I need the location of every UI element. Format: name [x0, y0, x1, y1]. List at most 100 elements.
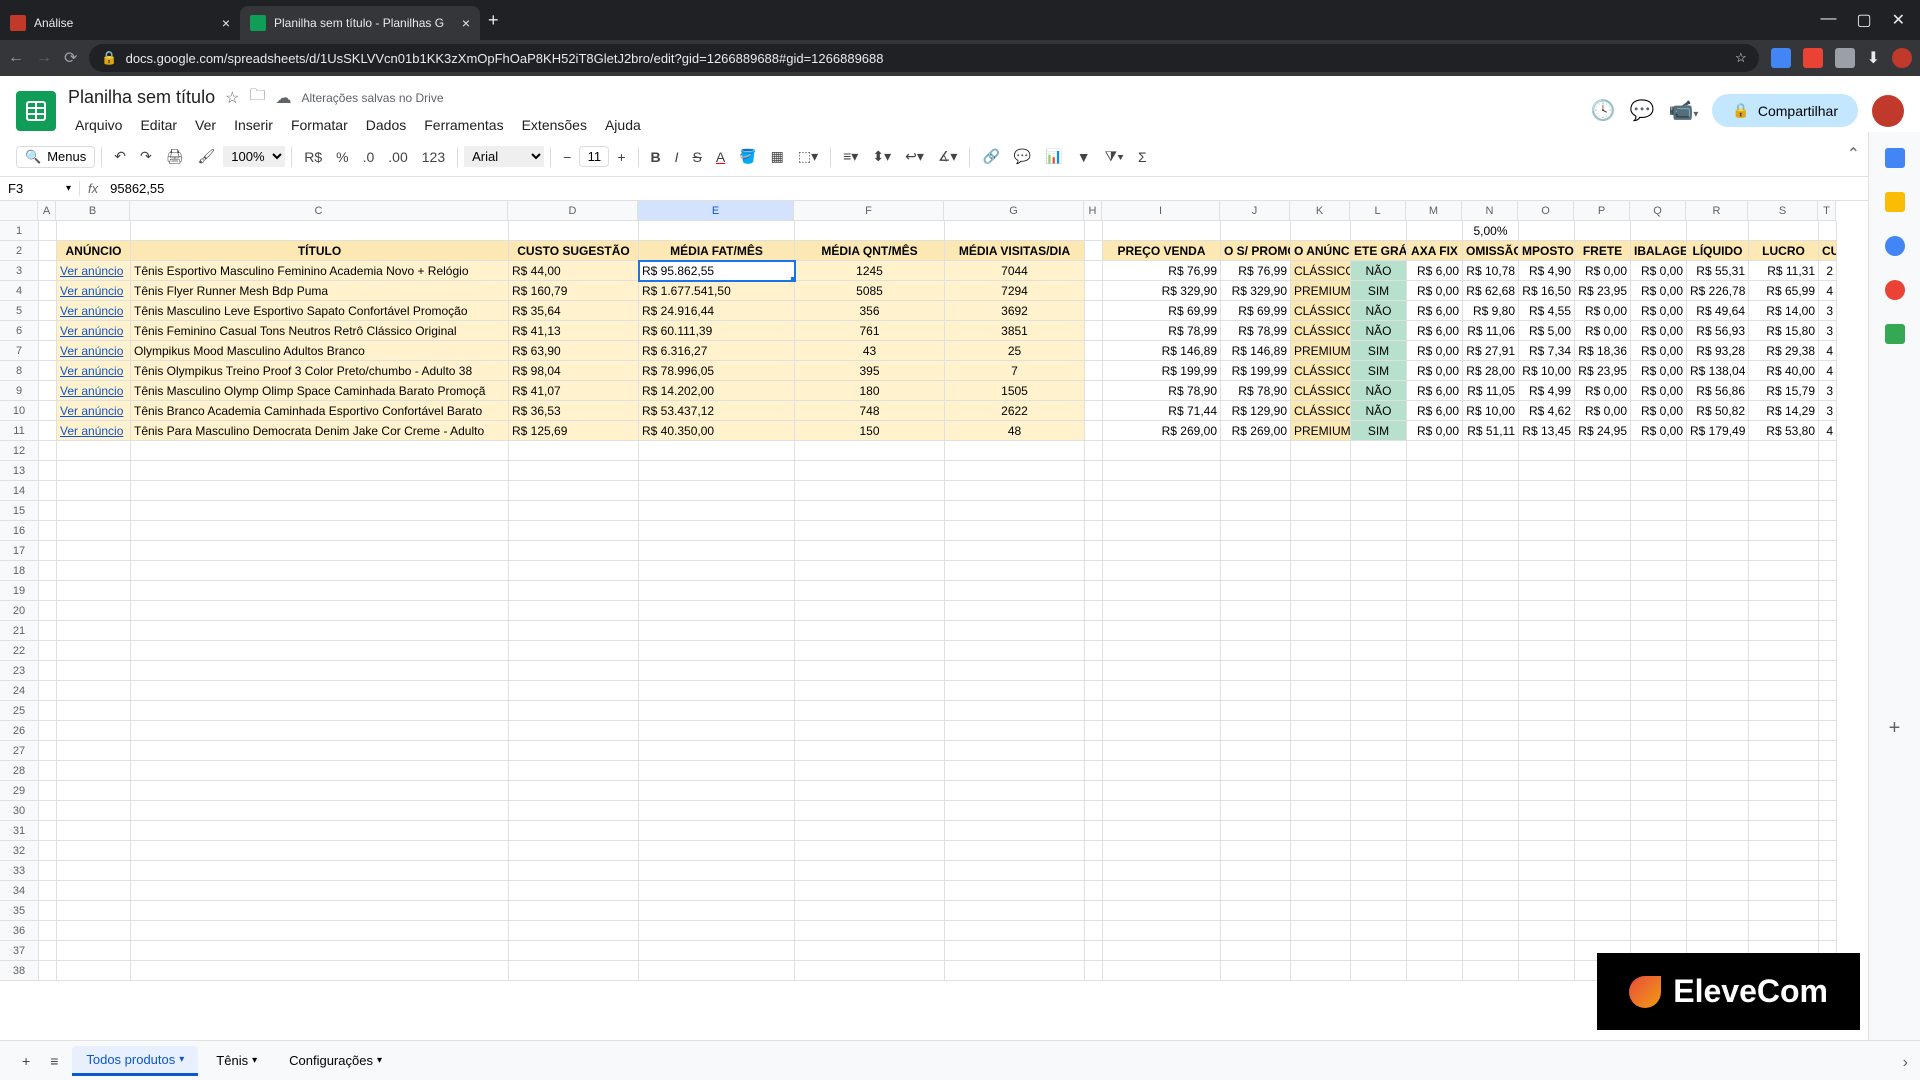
- cell[interactable]: [1085, 921, 1103, 941]
- cell[interactable]: R$ 179,49: [1687, 421, 1749, 441]
- cell[interactable]: [509, 221, 639, 241]
- cell[interactable]: [1519, 921, 1575, 941]
- cell[interactable]: [131, 881, 509, 901]
- cell[interactable]: [39, 341, 57, 361]
- profile-icon[interactable]: [1892, 48, 1912, 68]
- name-box[interactable]: F3 ▾: [0, 181, 80, 196]
- cell[interactable]: R$ 14,29: [1749, 401, 1819, 421]
- cell[interactable]: [131, 941, 509, 961]
- collapse-toolbar-icon[interactable]: ⌃: [1847, 144, 1860, 164]
- column-header[interactable]: E: [638, 201, 794, 221]
- cell[interactable]: [39, 381, 57, 401]
- cell[interactable]: [795, 681, 945, 701]
- cell[interactable]: [1407, 841, 1463, 861]
- cell[interactable]: [1819, 721, 1837, 741]
- cell[interactable]: [1463, 501, 1519, 521]
- cell[interactable]: [57, 501, 131, 521]
- cell[interactable]: [57, 461, 131, 481]
- cell[interactable]: [1085, 561, 1103, 581]
- cell[interactable]: [639, 461, 795, 481]
- cell[interactable]: [1463, 821, 1519, 841]
- cell[interactable]: [795, 441, 945, 461]
- cell[interactable]: [1407, 941, 1463, 961]
- cell[interactable]: [57, 481, 131, 501]
- cell[interactable]: [1103, 761, 1221, 781]
- cell[interactable]: [1221, 481, 1291, 501]
- cell[interactable]: [1687, 441, 1749, 461]
- cell[interactable]: [1085, 841, 1103, 861]
- cell[interactable]: [1103, 581, 1221, 601]
- row-header[interactable]: 21: [0, 621, 38, 641]
- cell[interactable]: R$ 95.862,55: [639, 261, 795, 281]
- cell[interactable]: [1463, 661, 1519, 681]
- cell[interactable]: [795, 561, 945, 581]
- cell[interactable]: [1085, 401, 1103, 421]
- row-header[interactable]: 6: [0, 321, 38, 341]
- cell[interactable]: [1351, 601, 1407, 621]
- cell[interactable]: [39, 241, 57, 261]
- cell[interactable]: [945, 681, 1085, 701]
- cell[interactable]: [57, 941, 131, 961]
- cell[interactable]: [1407, 441, 1463, 461]
- cell[interactable]: [1291, 841, 1351, 861]
- sheet-tab[interactable]: Configurações▾: [275, 1046, 396, 1076]
- cell[interactable]: [1819, 861, 1837, 881]
- cell[interactable]: [1819, 921, 1837, 941]
- chevron-down-icon[interactable]: ▾: [377, 1055, 382, 1066]
- column-header[interactable]: N: [1462, 201, 1518, 221]
- cell[interactable]: R$ 78,90: [1221, 381, 1291, 401]
- row-header[interactable]: 11: [0, 421, 38, 441]
- cell[interactable]: [39, 841, 57, 861]
- cell[interactable]: [639, 661, 795, 681]
- cell[interactable]: OMISSÃO: [1463, 241, 1519, 261]
- cell[interactable]: [795, 761, 945, 781]
- formula-input[interactable]: 95862,55: [106, 181, 1920, 196]
- cell[interactable]: 3851: [945, 321, 1085, 341]
- cell[interactable]: [1085, 581, 1103, 601]
- undo-icon[interactable]: ↶: [108, 144, 132, 169]
- cell[interactable]: [1575, 441, 1631, 461]
- cell[interactable]: [1463, 801, 1519, 821]
- cell[interactable]: [39, 721, 57, 741]
- functions-icon[interactable]: Σ: [1132, 145, 1153, 169]
- cell[interactable]: [57, 921, 131, 941]
- cell[interactable]: [1749, 721, 1819, 741]
- cell[interactable]: [1575, 741, 1631, 761]
- cell[interactable]: [1519, 681, 1575, 701]
- cell[interactable]: [1221, 821, 1291, 841]
- cell[interactable]: IBALAGE: [1631, 241, 1687, 261]
- menu-item[interactable]: Editar: [133, 113, 184, 137]
- cell[interactable]: [39, 261, 57, 281]
- cell[interactable]: [639, 561, 795, 581]
- keep-icon[interactable]: [1885, 192, 1905, 212]
- cell[interactable]: [639, 521, 795, 541]
- cell[interactable]: [1103, 481, 1221, 501]
- cell[interactable]: [1291, 621, 1351, 641]
- cell[interactable]: R$ 78,90: [1103, 381, 1221, 401]
- cell[interactable]: [1819, 461, 1837, 481]
- cell[interactable]: [1631, 621, 1687, 641]
- cell[interactable]: [1085, 421, 1103, 441]
- cell[interactable]: Tênis Masculino Olymp Olimp Space Caminh…: [131, 381, 509, 401]
- cell[interactable]: [1221, 961, 1291, 981]
- cell[interactable]: [639, 741, 795, 761]
- cell[interactable]: PREMIUM: [1291, 281, 1351, 301]
- cell[interactable]: [1463, 761, 1519, 781]
- column-header[interactable]: S: [1748, 201, 1818, 221]
- cell[interactable]: R$ 24,95: [1575, 421, 1631, 441]
- cell[interactable]: Tênis Olympikus Treino Proof 3 Color Pre…: [131, 361, 509, 381]
- row-header[interactable]: 23: [0, 661, 38, 681]
- cell[interactable]: [509, 841, 639, 861]
- cell[interactable]: [39, 361, 57, 381]
- cell[interactable]: [795, 641, 945, 661]
- cell[interactable]: [945, 601, 1085, 621]
- cell[interactable]: [1221, 881, 1291, 901]
- menu-search[interactable]: 🔍 Menus: [16, 146, 95, 168]
- cell[interactable]: Ver anúncio: [57, 361, 131, 381]
- cell[interactable]: [1575, 681, 1631, 701]
- cell[interactable]: [945, 561, 1085, 581]
- column-header[interactable]: T: [1818, 201, 1836, 221]
- cell[interactable]: [39, 481, 57, 501]
- cell[interactable]: [1819, 621, 1837, 641]
- cell[interactable]: [1687, 861, 1749, 881]
